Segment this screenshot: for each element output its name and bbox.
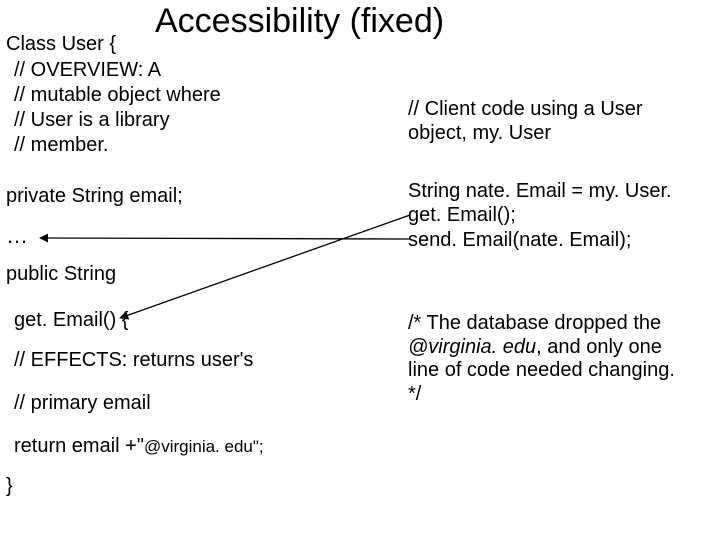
arrow-to-ellipsis [40, 238, 410, 239]
code-primary: // primary email [14, 393, 151, 413]
code-public-string: public String [6, 264, 116, 284]
code-ellipsis: … [6, 225, 28, 247]
code-overview-4: // member. [14, 135, 108, 155]
private-rest: String email; [66, 185, 183, 207]
code-return: return email +"@virginia. edu"; [14, 436, 264, 456]
public-rest: String [58, 263, 116, 285]
keyword-public: public [6, 263, 58, 285]
client-nate-email: String nate. Email = my. User. get. Emai… [408, 180, 693, 227]
return-b: @virginia. edu"; [144, 437, 264, 456]
code-overview-2: // mutable object where [14, 85, 221, 105]
client-comment: // Client code using a User object, my. … [408, 98, 693, 145]
code-private-email: private String email; [6, 186, 183, 206]
slide-title: Accessibility (fixed) [155, 2, 444, 41]
client-db-comment: /* The database dropped the @virginia. e… [408, 312, 693, 406]
code-class-open: Class User { [6, 34, 116, 54]
arrow-to-getemail [120, 215, 410, 318]
keyword-private: private [6, 185, 66, 207]
return-a: return email +" [14, 435, 144, 457]
client-send-email: send. Email(nate. Email); [408, 229, 693, 253]
code-effects: // EFFECTS: returns user's [14, 350, 253, 370]
code-close-brace: } [6, 476, 13, 496]
slide: Accessibility (fixed) Class User { // OV… [0, 0, 720, 540]
code-overview-3: // User is a library [14, 110, 170, 130]
code-getemail-open: get. Email() { [14, 310, 128, 330]
code-overview-1: // OVERVIEW: A [14, 60, 161, 80]
db-a: /* The database dropped the [408, 312, 661, 334]
db-at: @virginia. edu [408, 336, 536, 358]
